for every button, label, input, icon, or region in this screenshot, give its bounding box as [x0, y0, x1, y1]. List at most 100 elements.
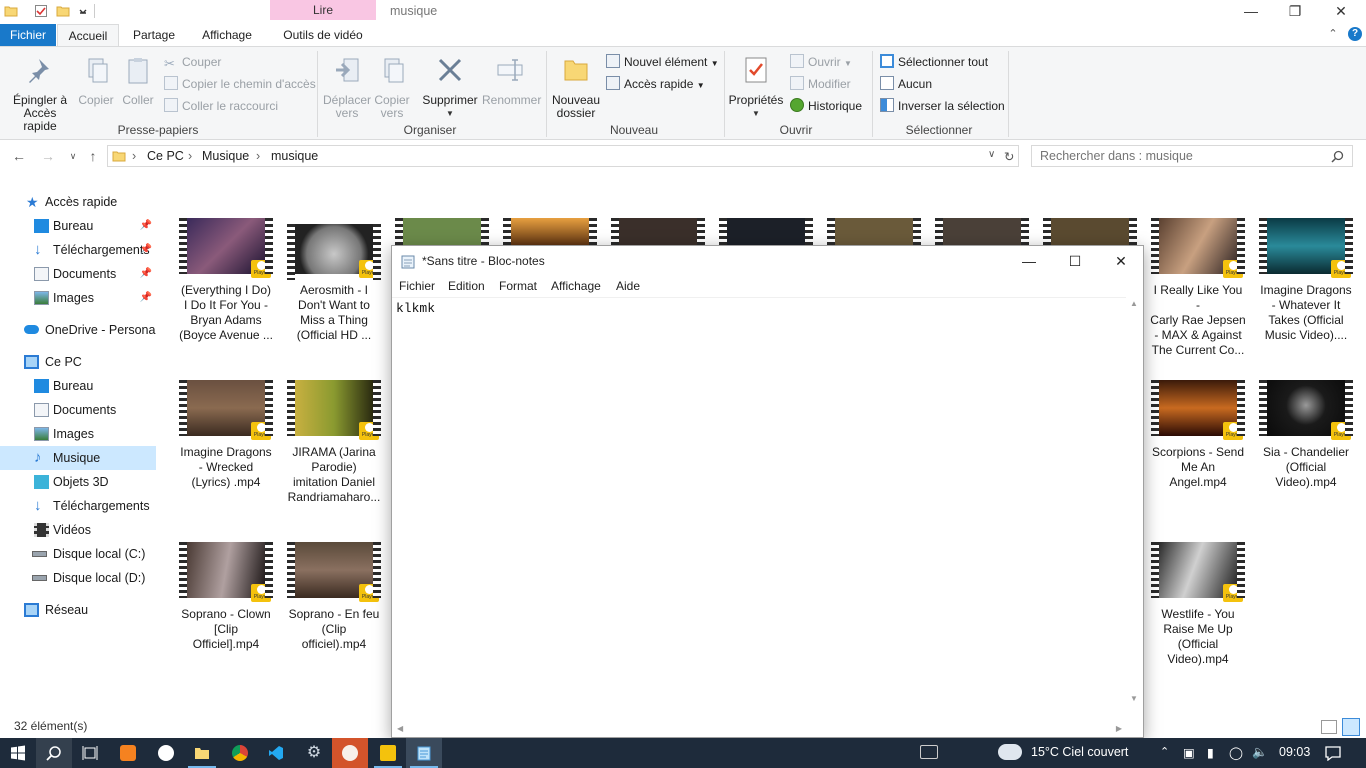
copy-button[interactable]: Copier [76, 55, 116, 107]
file-tile[interactable]: Player Sia - Chandelier (Official Video).m… [1256, 380, 1356, 490]
search-input[interactable] [1032, 146, 1322, 166]
breadcrumb-musique-folder[interactable]: musique [271, 149, 318, 163]
search-box[interactable] [1031, 145, 1353, 167]
large-icons-view-icon[interactable] [1342, 718, 1360, 736]
edit-button[interactable]: Modifier [790, 75, 851, 93]
volume-icon[interactable]: 🔈 [1252, 745, 1268, 760]
notification-center-icon[interactable] [1325, 745, 1341, 761]
nav-quick-bureau[interactable]: Bureau 📌 [0, 214, 156, 238]
taskbar-app-xampp[interactable] [110, 738, 146, 768]
cut-button[interactable]: ✂ Couper [164, 53, 221, 71]
invert-selection-button[interactable]: Inverser la sélection [880, 97, 1005, 115]
up-arrow-icon[interactable]: ↑ [84, 147, 102, 165]
tab-accueil[interactable]: Accueil [57, 24, 119, 46]
copy-path-button[interactable]: Copier le chemin d'accès [164, 75, 316, 93]
folder-icon[interactable] [4, 4, 18, 18]
context-tab-lire[interactable]: Lire [270, 0, 376, 20]
nav-pc-objets-3d[interactable]: Objets 3D [0, 470, 156, 494]
file-tile[interactable]: Player Aerosmith - I Don't Want to Miss a … [284, 224, 384, 343]
move-to-button[interactable]: Déplacer vers [322, 55, 372, 120]
file-tile[interactable] [392, 218, 492, 274]
file-tile[interactable]: Player (Everything I Do) I Do It For You … [176, 218, 276, 343]
notepad-text-area[interactable]: klkmk [392, 297, 1143, 725]
scroll-right-icon[interactable]: ▶ [1116, 724, 1122, 733]
file-tile[interactable]: Player Scorpions - Send Me An Angel.mp4 [1148, 380, 1248, 490]
file-tile[interactable]: Player Imagine Dragons - Whatever It Takes… [1256, 218, 1356, 343]
minimize-button[interactable]: — [1228, 0, 1274, 24]
nav-pc-disk-c[interactable]: Disque local (C:) [0, 542, 156, 566]
copy-to-button[interactable]: Copier vers [372, 55, 412, 120]
properties-button[interactable]: Propriétés ▼ [728, 55, 784, 120]
close-button[interactable]: ✕ [1318, 0, 1364, 24]
file-tile[interactable]: Player Soprano - Clown [Clip Officiel].mp4 [176, 542, 276, 652]
notepad-minimize-button[interactable]: — [1006, 246, 1052, 277]
new-item-button[interactable]: Nouvel élément ▼ [606, 53, 719, 71]
search-button[interactable] [36, 738, 72, 768]
file-tile[interactable]: Player JIRAMA (Jarina Parodie) imitation D… [284, 380, 384, 505]
breadcrumb-ce-pc[interactable]: Ce PC [147, 149, 184, 163]
nav-network[interactable]: Réseau [0, 598, 156, 622]
nav-pc-images[interactable]: Images [0, 422, 156, 446]
file-tile[interactable]: Player Soprano - En feu (Clip officiel).mp… [284, 542, 384, 652]
clock-time[interactable]: 09:03 [1279, 745, 1310, 759]
file-tile[interactable] [500, 218, 600, 274]
nav-quick-documents[interactable]: Documents 📌 [0, 262, 156, 286]
menu-edition[interactable]: Edition [448, 279, 485, 293]
nav-pc-videos[interactable]: Vidéos [0, 518, 156, 542]
address-dropdown-icon[interactable]: ∨ [988, 149, 995, 160]
menu-fichier[interactable]: Fichier [399, 279, 435, 293]
weather-text[interactable]: 15°C Ciel couvert [1031, 745, 1128, 759]
details-view-icon[interactable] [1321, 720, 1337, 734]
file-tile[interactable]: Player Imagine Dragons - Wrecked (Lyrics) … [176, 380, 276, 490]
taskbar-app-explorer[interactable] [184, 738, 220, 768]
scroll-down-icon[interactable]: ▼ [1130, 694, 1138, 703]
camera-icon[interactable]: ▣ [1183, 745, 1195, 760]
paste-button[interactable]: Coller [118, 55, 158, 107]
nav-pc-musique[interactable]: ♪ Musique [0, 446, 156, 470]
notepad-vertical-scrollbar[interactable]: ▲ ▼ [1126, 297, 1143, 721]
file-tile[interactable] [608, 218, 708, 274]
file-tile[interactable] [824, 218, 924, 274]
notepad-horizontal-scrollbar[interactable]: ◀ ▶ [392, 723, 1126, 737]
notepad-maximize-button[interactable]: ☐ [1052, 246, 1098, 277]
select-none-button[interactable]: Aucun [880, 75, 932, 93]
nav-pc-bureau[interactable]: Bureau [0, 374, 156, 398]
back-arrow-icon[interactable]: ← [10, 147, 28, 165]
restore-button[interactable]: ❐ [1272, 0, 1318, 24]
tab-affichage[interactable]: Affichage [194, 24, 260, 46]
file-tile[interactable]: Player I Really Like You - Carly Rae Jeps… [1148, 218, 1248, 358]
paste-shortcut-button[interactable]: Coller le raccourci [164, 97, 278, 115]
tab-fichier[interactable]: Fichier [0, 24, 56, 46]
language-globe-icon[interactable]: ◯ [1229, 745, 1243, 760]
nav-pc-disk-d[interactable]: Disque local (D:) [0, 566, 156, 590]
breadcrumb-musique[interactable]: Musique [202, 149, 249, 163]
taskbar-app-settings[interactable]: ⚙ [296, 738, 332, 768]
nav-this-pc[interactable]: Ce PC [0, 350, 156, 374]
scroll-left-icon[interactable]: ◀ [397, 724, 403, 733]
quick-access-new-button[interactable]: Accès rapide ▼ [606, 75, 705, 93]
search-icon[interactable] [1331, 150, 1344, 163]
taskbar-app-player[interactable] [370, 738, 406, 768]
menu-affichage[interactable]: Affichage [551, 279, 601, 293]
new-folder-icon[interactable] [56, 4, 70, 18]
taskbar-app-vscode[interactable] [258, 738, 294, 768]
properties-check-icon[interactable] [34, 4, 48, 18]
menu-aide[interactable]: Aide [616, 279, 640, 293]
nav-pc-documents[interactable]: Documents [0, 398, 156, 422]
recent-locations-chevron-icon[interactable]: ∨ [64, 147, 82, 165]
address-bar[interactable]: › Ce PC › Musique › musique ∨ ↻ [107, 145, 1019, 167]
nav-pc-telechargements[interactable]: ↓ Téléchargements [0, 494, 156, 518]
file-tile[interactable] [716, 218, 816, 274]
open-button[interactable]: Ouvrir ▼ [790, 53, 852, 71]
task-view-button[interactable] [72, 738, 108, 768]
nav-quick-images[interactable]: Images 📌 [0, 286, 156, 310]
nav-quick-telechargements[interactable]: ↓ Téléchargements 📌 [0, 238, 156, 262]
taskbar-app-orange[interactable] [332, 738, 368, 768]
menu-format[interactable]: Format [499, 279, 537, 293]
refresh-icon[interactable]: ↻ [1004, 149, 1014, 164]
delete-button[interactable]: Supprimer ▼ [420, 55, 480, 120]
pin-quick-access-button[interactable]: Épingler à Accès rapide [6, 55, 74, 133]
file-tile[interactable]: Player Westlife - You Raise Me Up (Officia… [1148, 542, 1248, 667]
nav-quick-access[interactable]: ★ Accès rapide [0, 190, 156, 214]
select-all-button[interactable]: Sélectionner tout [880, 53, 988, 71]
